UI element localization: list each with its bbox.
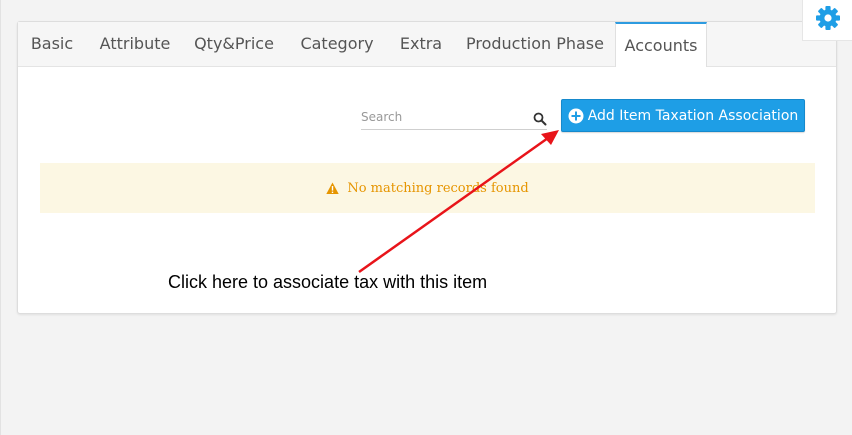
search-icon[interactable] bbox=[533, 111, 547, 126]
tab-production-phase[interactable]: Production Phase bbox=[465, 22, 605, 66]
add-button-label: Add Item Taxation Association bbox=[587, 107, 799, 124]
tab-basic[interactable]: Basic bbox=[18, 22, 86, 66]
annotation-text: Click here to associate tax with this it… bbox=[168, 272, 488, 292]
tab-bar: Basic Attribute Qty&Price Category Extra… bbox=[18, 22, 836, 67]
settings-button[interactable] bbox=[802, 0, 852, 41]
tab-category[interactable]: Category bbox=[289, 22, 385, 66]
tab-accounts[interactable]: Accounts bbox=[615, 22, 707, 67]
tab-attribute[interactable]: Attribute bbox=[89, 22, 181, 66]
search-box bbox=[361, 107, 547, 130]
gear-icon bbox=[815, 5, 841, 35]
add-item-taxation-association-button[interactable]: Add Item Taxation Association bbox=[561, 99, 805, 132]
left-edge-divider bbox=[0, 0, 1, 435]
no-records-alert: No matching records found bbox=[40, 163, 815, 213]
search-input[interactable] bbox=[361, 107, 521, 127]
tab-qty-price[interactable]: Qty&Price bbox=[188, 22, 280, 66]
alert-message: No matching records found bbox=[347, 180, 529, 196]
tab-extra[interactable]: Extra bbox=[392, 22, 450, 66]
item-panel: Basic Attribute Qty&Price Category Extra… bbox=[17, 21, 837, 314]
warning-icon bbox=[326, 182, 340, 195]
plus-circle-icon bbox=[568, 108, 584, 124]
